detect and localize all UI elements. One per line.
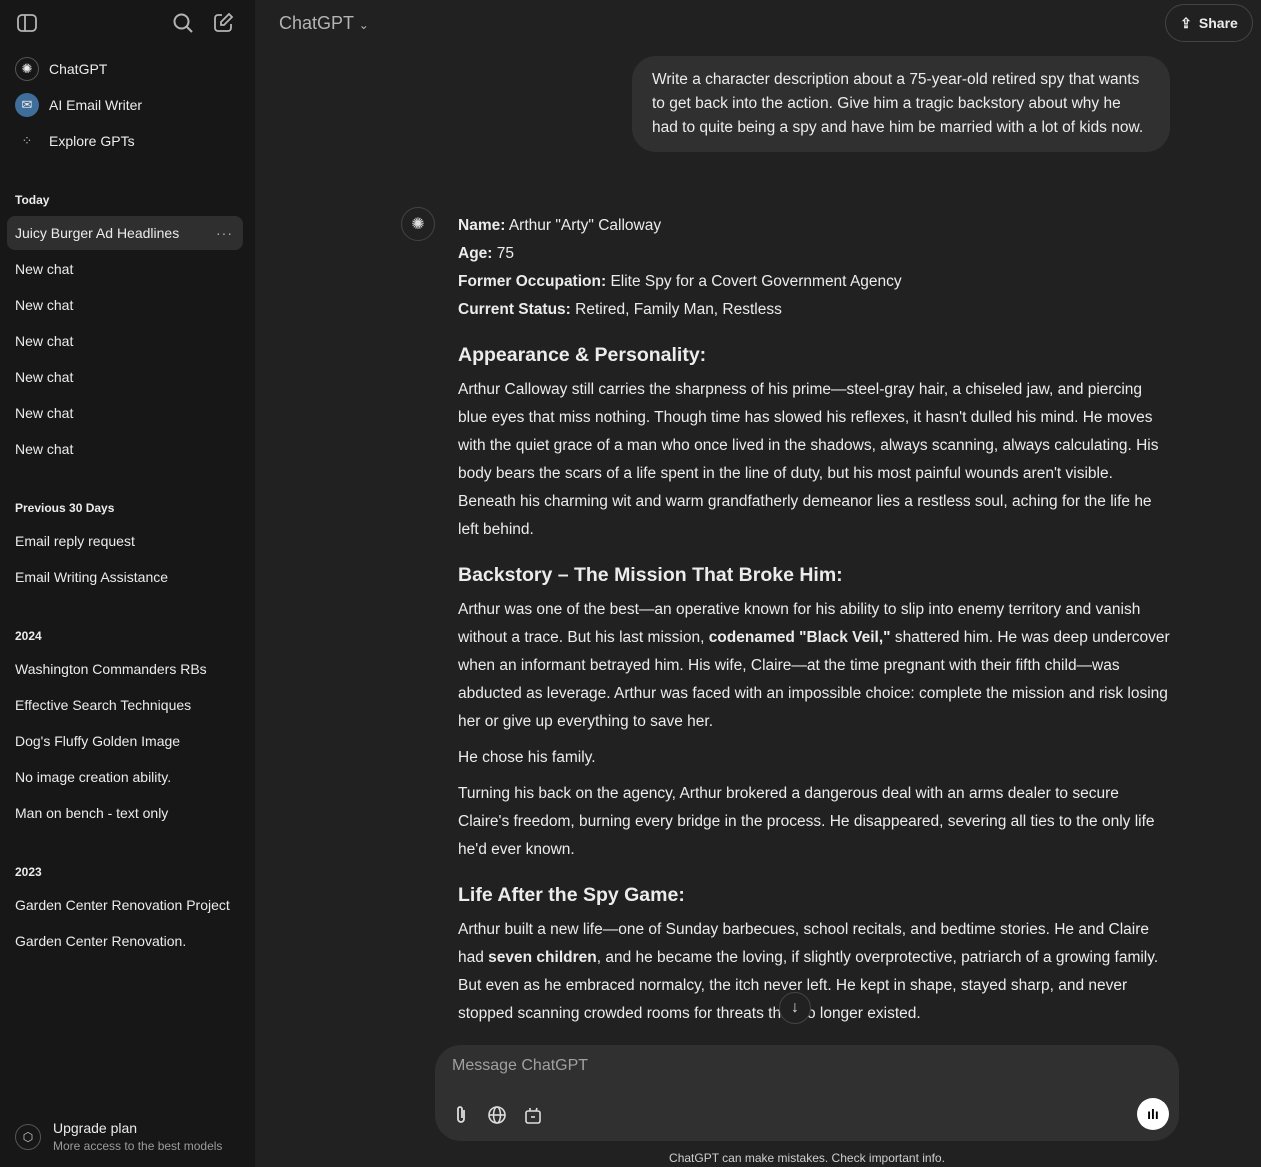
chat-title: New chat: [15, 405, 74, 421]
attach-icon[interactable]: [449, 1103, 473, 1127]
paragraph: He chose his family.: [458, 749, 596, 766]
email-gpt-avatar: ✉: [15, 93, 39, 117]
share-button[interactable]: ⇪ Share: [1165, 4, 1253, 42]
sidebar-gpt-chatgpt[interactable]: ✺ ChatGPT: [15, 56, 107, 82]
bold-text: codenamed "Black Veil,": [708, 629, 891, 646]
globe-icon[interactable]: [485, 1103, 509, 1127]
character-field: Age: 75: [458, 240, 1174, 268]
gpt-label: ChatGPT: [49, 61, 108, 77]
chat-title: New chat: [15, 261, 74, 277]
disclaimer: ChatGPT can make mistakes. Check importa…: [669, 1151, 945, 1165]
toggle-sidebar-icon[interactable]: [13, 9, 41, 37]
field-key: Age:: [458, 245, 493, 262]
paragraph: Turning his back on the agency, Arthur b…: [458, 785, 1155, 858]
chat-history-item[interactable]: Effective Search Techniques: [7, 688, 243, 722]
user-message: Write a character description about a 75…: [632, 56, 1170, 152]
field-value: 75: [492, 245, 515, 262]
chevron-down-icon: ⌄: [358, 18, 369, 32]
chat-title: New chat: [15, 369, 74, 385]
sidebar-gpt-explore-gpts[interactable]: ⁘ Explore GPTs: [15, 128, 135, 154]
field-key: Current Status:: [458, 301, 571, 318]
openai-logo-icon: ✺: [401, 207, 435, 241]
more-options-icon[interactable]: ···: [216, 225, 233, 241]
character-field: Former Occupation: Elite Spy for a Cover…: [458, 268, 1174, 296]
field-value: Retired, Family Man, Restless: [570, 301, 782, 318]
chat-history-item[interactable]: Email reply request: [7, 524, 243, 558]
composer: ılı: [435, 1045, 1179, 1141]
character-field: Current Status: Retired, Family Man, Res…: [458, 296, 1174, 324]
gpt-label: AI Email Writer: [49, 97, 143, 113]
chat-history-item[interactable]: Garden Center Renovation.: [7, 924, 243, 958]
chat-title: Email reply request: [15, 533, 135, 549]
chat-history-item[interactable]: New chat: [7, 288, 243, 322]
scroll-down-button[interactable]: ↓: [779, 992, 811, 1024]
section-heading: Today: [15, 193, 50, 207]
voice-mode-button[interactable]: ılı: [1137, 1098, 1169, 1130]
paragraph: Arthur was one of the best—an operative …: [458, 596, 1174, 736]
chat-title: Garden Center Renovation.: [15, 933, 187, 949]
gpt-label: Explore GPTs: [49, 133, 135, 149]
chat-history-item[interactable]: Garden Center Renovation Project: [7, 888, 243, 922]
character-field: Name: Arthur "Arty" Calloway: [458, 212, 1174, 240]
chat-history-item[interactable]: No image creation ability.: [7, 760, 243, 794]
chat-title: No image creation ability.: [15, 769, 172, 785]
heading-appearance: Appearance & Personality:: [458, 344, 707, 366]
chat-title: Juicy Burger Ad Headlines: [15, 225, 180, 241]
heading-backstory: Backstory – The Mission That Broke Him:: [458, 564, 843, 586]
arrow-down-icon: ↓: [791, 999, 799, 1016]
chat-history-item[interactable]: New chat: [7, 360, 243, 394]
upgrade-icon: ⬡: [15, 1123, 41, 1150]
chat-history-item[interactable]: New chat: [7, 324, 243, 358]
section-heading: Previous 30 Days: [15, 501, 115, 515]
chat-title: New chat: [15, 297, 74, 313]
upgrade-title: Upgrade plan: [53, 1120, 138, 1136]
share-icon: ⇪: [1180, 14, 1192, 31]
section-heading: 2024: [15, 629, 42, 643]
tools-icon[interactable]: [521, 1103, 545, 1127]
chat-title: Dog's Fluffy Golden Image: [15, 733, 181, 749]
chat-history-item[interactable]: New chat: [7, 432, 243, 466]
paragraph: Arthur built a new life—one of Sunday ba…: [458, 916, 1174, 1028]
paragraph: Arthur Calloway still carries the sharpn…: [458, 381, 1159, 538]
new-chat-icon[interactable]: [209, 9, 237, 37]
waveform-icon: ılı: [1147, 1106, 1159, 1122]
chat-title: Man on bench - text only: [15, 805, 169, 821]
field-value: Elite Spy for a Covert Government Agency: [606, 273, 902, 290]
model-selector[interactable]: ChatGPT ⌄: [279, 13, 369, 34]
field-value: Arthur "Arty" Calloway: [505, 217, 662, 234]
search-icon[interactable]: [169, 9, 197, 37]
upgrade-plan-button[interactable]: ⬡ Upgrade plan More access to the best m…: [15, 1120, 222, 1153]
share-label: Share: [1198, 15, 1238, 31]
chat-history-item[interactable]: New chat: [7, 396, 243, 430]
chat-history-item[interactable]: New chat: [7, 252, 243, 286]
chat-title: New chat: [15, 333, 74, 349]
chat-title: Effective Search Techniques: [15, 697, 192, 713]
heading-life-after: Life After the Spy Game:: [458, 884, 685, 906]
chat-title: New chat: [15, 441, 74, 457]
upgrade-subtitle: More access to the best models: [53, 1139, 223, 1153]
message-input[interactable]: [452, 1057, 1052, 1075]
chat-history-item[interactable]: Man on bench - text only: [7, 796, 243, 830]
section-heading: 2023: [15, 865, 42, 879]
field-key: Name:: [458, 217, 506, 234]
chat-title: Washington Commanders RBs: [15, 661, 207, 677]
chat-history-item[interactable]: Email Writing Assistance: [7, 560, 243, 594]
model-name: ChatGPT: [279, 13, 354, 33]
sidebar: ✺ ChatGPT ✉ AI Email Writer ⁘ Explore GPTs To…: [0, 0, 255, 1167]
chat-title: Garden Center Renovation Project: [15, 897, 230, 913]
sidebar-gpt-ai-email-writer[interactable]: ✉ AI Email Writer: [15, 92, 142, 118]
bold-text: seven children: [488, 949, 597, 966]
field-key: Former Occupation:: [458, 273, 607, 290]
grid-icon: ⁘: [21, 133, 33, 148]
chat-history-item[interactable]: Dog's Fluffy Golden Image: [7, 724, 243, 758]
chat-history-item[interactable]: Washington Commanders RBs: [7, 652, 243, 686]
openai-logo-icon: ✺: [15, 57, 39, 81]
assistant-response: Name: Arthur "Arty" Calloway Age: 75 Forme…: [458, 212, 1174, 1036]
chat-history-item[interactable]: Juicy Burger Ad Headlines ···: [7, 216, 243, 250]
chat-title: Email Writing Assistance: [15, 569, 169, 585]
